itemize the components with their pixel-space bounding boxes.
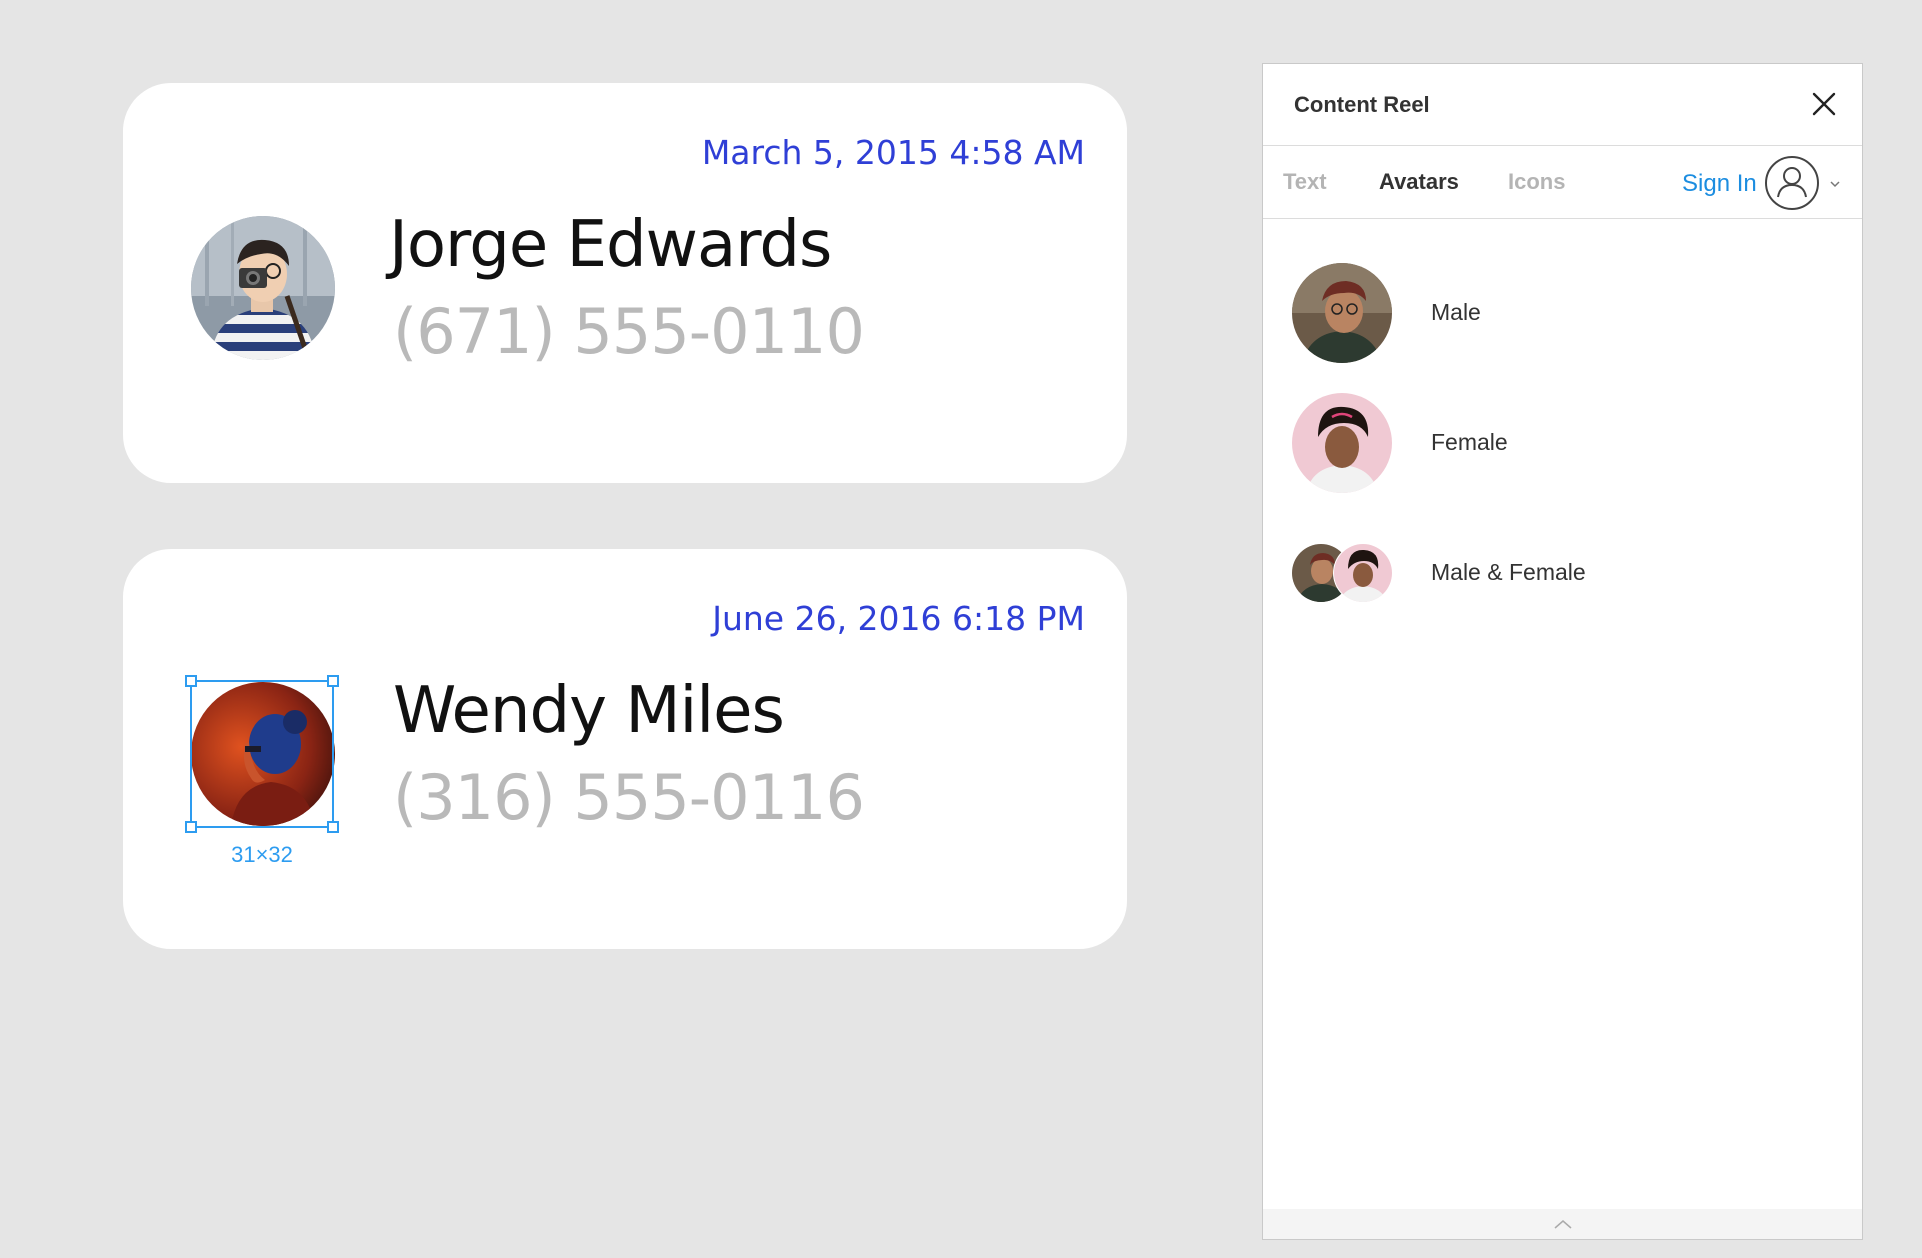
panel-header: Content Reel bbox=[1263, 64, 1862, 146]
resize-handle-top-left[interactable] bbox=[185, 675, 197, 687]
contact-card-wendy[interactable]: June 26, 2016 6:18 PM 31×32 Wendy Miles … bbox=[123, 549, 1127, 949]
tab-bar: Text Avatars Icons Sign In bbox=[1263, 146, 1862, 219]
reel-item-male-female[interactable]: Male & Female bbox=[1263, 523, 1862, 633]
resize-handle-bottom-left[interactable] bbox=[185, 821, 197, 833]
contact-phone: (316) 555-0116 bbox=[393, 761, 865, 834]
contact-name: Wendy Miles bbox=[393, 674, 785, 748]
male-photographer-avatar[interactable] bbox=[191, 216, 335, 360]
card-timestamp: March 5, 2015 4:58 AM bbox=[701, 133, 1085, 172]
male-female-avatar-icon bbox=[1292, 523, 1393, 623]
panel-footer bbox=[1263, 1209, 1862, 1239]
resize-handle-top-right[interactable] bbox=[327, 675, 339, 687]
female-avatar-icon bbox=[1292, 393, 1392, 493]
user-circle-icon[interactable] bbox=[1764, 155, 1820, 211]
tab-avatars[interactable]: Avatars bbox=[1379, 169, 1459, 195]
reel-item-label: Male bbox=[1431, 299, 1481, 325]
reel-item-label: Female bbox=[1431, 429, 1508, 455]
sign-in-link[interactable]: Sign In bbox=[1682, 170, 1757, 198]
resize-handle-bottom-right[interactable] bbox=[327, 821, 339, 833]
reel-item-male[interactable]: Male bbox=[1263, 263, 1862, 373]
selection-box[interactable] bbox=[185, 675, 339, 833]
chevron-up-icon[interactable] bbox=[1552, 1217, 1574, 1231]
reel-item-female[interactable]: Female bbox=[1263, 393, 1862, 503]
contact-name: Jorge Edwards bbox=[389, 208, 832, 282]
chevron-down-icon[interactable] bbox=[1829, 176, 1841, 188]
content-reel-panel: Content Reel Text Avatars Icons Sign In bbox=[1262, 63, 1863, 1240]
contact-card-jorge[interactable]: March 5, 2015 4:58 AM Jorge Edwards (671… bbox=[123, 83, 1127, 483]
panel-title: Content Reel bbox=[1294, 92, 1430, 117]
selection-size-label: 31×32 bbox=[231, 842, 293, 867]
male-avatar-icon bbox=[1292, 263, 1392, 363]
tab-text[interactable]: Text bbox=[1283, 169, 1327, 195]
tab-icons[interactable]: Icons bbox=[1508, 169, 1565, 195]
close-icon[interactable] bbox=[1808, 88, 1840, 120]
contact-phone: (671) 555-0110 bbox=[393, 295, 865, 368]
reel-item-label: Male & Female bbox=[1431, 559, 1586, 585]
card-timestamp: June 26, 2016 6:18 PM bbox=[712, 599, 1085, 638]
